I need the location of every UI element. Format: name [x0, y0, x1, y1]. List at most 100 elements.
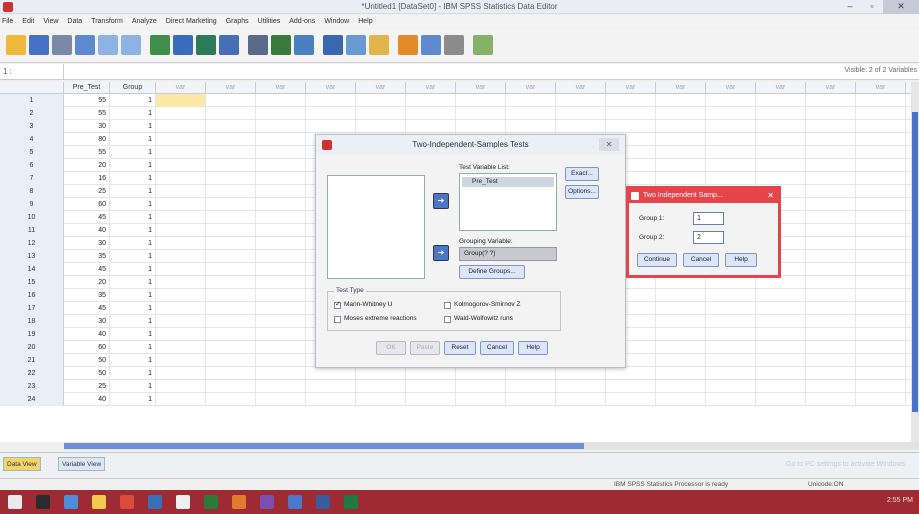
empty-cell[interactable]: [206, 263, 256, 276]
taskbar-app-icon[interactable]: [260, 495, 274, 509]
empty-cell[interactable]: [356, 393, 406, 406]
empty-cell[interactable]: [256, 159, 306, 172]
goto-variable-icon[interactable]: [173, 35, 193, 55]
empty-cell[interactable]: [306, 393, 356, 406]
select-cases-icon[interactable]: [369, 35, 389, 55]
empty-cell[interactable]: [856, 120, 906, 133]
row-number[interactable]: 1: [0, 94, 64, 107]
empty-cell[interactable]: [706, 315, 756, 328]
data-cell[interactable]: 45: [64, 302, 110, 315]
empty-cell[interactable]: [706, 393, 756, 406]
row-number[interactable]: 17: [0, 302, 64, 315]
empty-cell[interactable]: [256, 302, 306, 315]
empty-cell[interactable]: [856, 94, 906, 107]
empty-cell[interactable]: [156, 276, 206, 289]
menu-help[interactable]: Help: [358, 18, 372, 25]
empty-cell[interactable]: [256, 341, 306, 354]
column-header-var[interactable]: var: [406, 82, 456, 94]
empty-cell[interactable]: [806, 120, 856, 133]
reset-button[interactable]: Reset: [444, 341, 476, 355]
empty-cell[interactable]: [206, 341, 256, 354]
data-cell[interactable]: 1: [110, 172, 156, 185]
empty-cell[interactable]: [156, 159, 206, 172]
taskbar-app-icon[interactable]: [176, 495, 190, 509]
empty-cell[interactable]: [756, 315, 806, 328]
row-number[interactable]: 13: [0, 250, 64, 263]
column-header-pre-test[interactable]: Pre_Test: [64, 82, 110, 94]
empty-cell[interactable]: [856, 237, 906, 250]
data-cell[interactable]: 1: [110, 315, 156, 328]
empty-cell[interactable]: [656, 302, 706, 315]
empty-cell[interactable]: [156, 172, 206, 185]
empty-cell[interactable]: [256, 250, 306, 263]
empty-cell[interactable]: [806, 354, 856, 367]
empty-cell[interactable]: [506, 107, 556, 120]
empty-cell[interactable]: [156, 107, 206, 120]
empty-cell[interactable]: [156, 120, 206, 133]
empty-cell[interactable]: [556, 94, 606, 107]
empty-cell[interactable]: [206, 393, 256, 406]
column-header-var[interactable]: var: [856, 82, 906, 94]
empty-cell[interactable]: [156, 354, 206, 367]
empty-cell[interactable]: [806, 263, 856, 276]
empty-cell[interactable]: [256, 107, 306, 120]
column-header-var[interactable]: var: [256, 82, 306, 94]
empty-cell[interactable]: [656, 367, 706, 380]
split-file-icon[interactable]: [323, 35, 343, 55]
empty-cell[interactable]: [756, 146, 806, 159]
row-number[interactable]: 12: [0, 237, 64, 250]
menu-add-ons[interactable]: Add-ons: [289, 18, 315, 25]
empty-cell[interactable]: [806, 237, 856, 250]
empty-cell[interactable]: [206, 367, 256, 380]
empty-cell[interactable]: [756, 289, 806, 302]
row-number[interactable]: 18: [0, 315, 64, 328]
data-cell[interactable]: 1: [110, 263, 156, 276]
empty-cell[interactable]: [456, 367, 506, 380]
empty-cell[interactable]: [806, 185, 856, 198]
redo-icon[interactable]: [121, 35, 141, 55]
empty-cell[interactable]: [756, 302, 806, 315]
column-header-var[interactable]: var: [706, 82, 756, 94]
empty-cell[interactable]: [256, 263, 306, 276]
menu-view[interactable]: View: [43, 18, 58, 25]
column-header-var[interactable]: var: [606, 82, 656, 94]
empty-cell[interactable]: [656, 328, 706, 341]
column-header-var[interactable]: var: [756, 82, 806, 94]
menu-analyze[interactable]: Analyze: [132, 18, 157, 25]
data-cell[interactable]: 55: [64, 146, 110, 159]
empty-cell[interactable]: [406, 380, 456, 393]
row-number[interactable]: 15: [0, 276, 64, 289]
empty-cell[interactable]: [756, 367, 806, 380]
empty-cell[interactable]: [256, 172, 306, 185]
source-variable-list[interactable]: [327, 175, 425, 279]
wald-wolfowitz-checkbox[interactable]: [444, 316, 451, 323]
data-cell[interactable]: 1: [110, 211, 156, 224]
empty-cell[interactable]: [806, 393, 856, 406]
empty-cell[interactable]: [506, 367, 556, 380]
empty-cell[interactable]: [656, 341, 706, 354]
empty-cell[interactable]: [256, 237, 306, 250]
empty-cell[interactable]: [156, 224, 206, 237]
row-number[interactable]: 11: [0, 224, 64, 237]
empty-cell[interactable]: [156, 94, 206, 107]
empty-cell[interactable]: [156, 380, 206, 393]
empty-cell[interactable]: [706, 367, 756, 380]
insert-cases-icon[interactable]: [271, 35, 291, 55]
empty-cell[interactable]: [156, 211, 206, 224]
moses-checkbox[interactable]: [334, 316, 341, 323]
show-all-icon[interactable]: [444, 35, 464, 55]
undo-icon[interactable]: [98, 35, 118, 55]
empty-cell[interactable]: [256, 146, 306, 159]
empty-cell[interactable]: [806, 328, 856, 341]
empty-cell[interactable]: [756, 393, 806, 406]
empty-cell[interactable]: [656, 159, 706, 172]
empty-cell[interactable]: [706, 159, 756, 172]
empty-cell[interactable]: [206, 172, 256, 185]
empty-cell[interactable]: [156, 367, 206, 380]
data-cell[interactable]: 45: [64, 211, 110, 224]
move-to-grouping-arrow-icon[interactable]: ➔: [433, 245, 449, 261]
empty-cell[interactable]: [706, 354, 756, 367]
empty-cell[interactable]: [256, 94, 306, 107]
data-cell[interactable]: 20: [64, 276, 110, 289]
data-cell[interactable]: 35: [64, 289, 110, 302]
